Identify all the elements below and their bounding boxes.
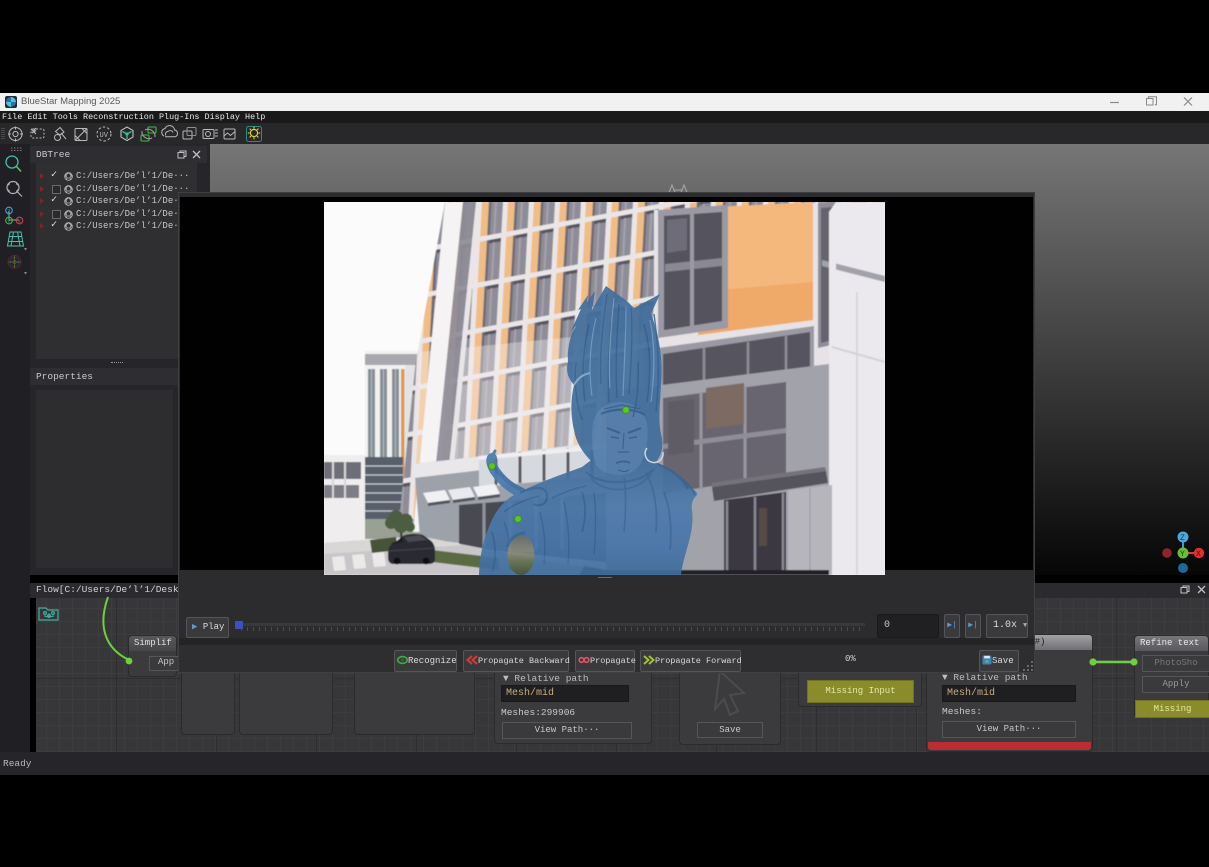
svg-text:X: X	[1196, 550, 1201, 559]
svg-text:Z: Z	[1180, 534, 1185, 543]
svg-text:Y: Y	[1180, 550, 1185, 559]
svg-text:UV: UV	[100, 132, 109, 140]
